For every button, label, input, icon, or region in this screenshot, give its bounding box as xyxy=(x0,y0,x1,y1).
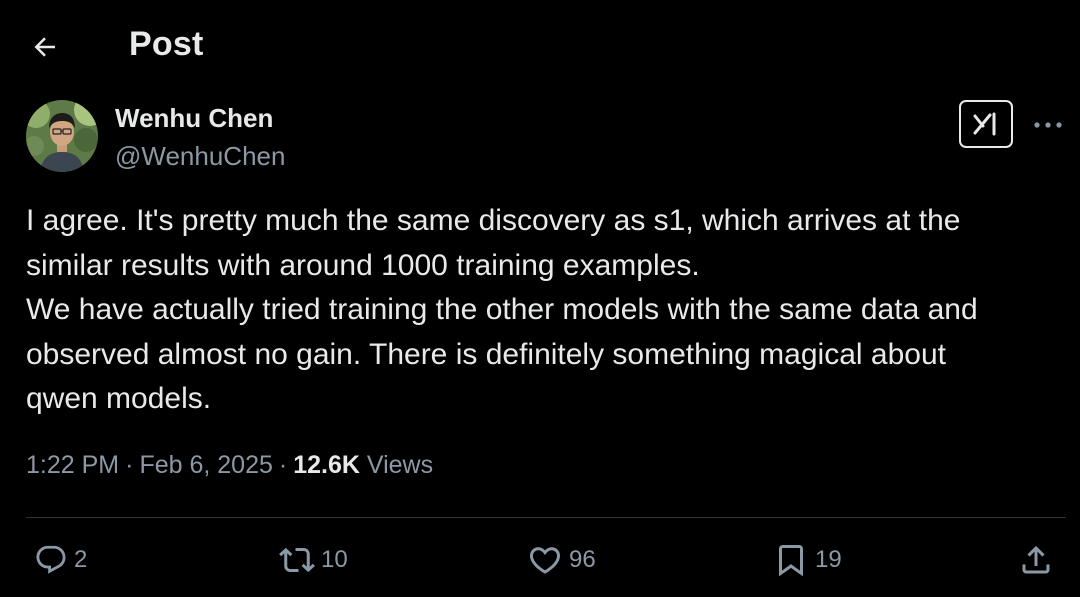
reply-count: 2 xyxy=(74,546,88,573)
divider xyxy=(26,517,1066,518)
views-count: 12.6K xyxy=(293,451,360,479)
post-time[interactable]: 1:22 PM xyxy=(26,451,119,479)
post-text-line: observed almost no gain. There is defini… xyxy=(26,337,946,371)
repost-count: 10 xyxy=(321,546,348,573)
author-name[interactable]: Wenhu Chen xyxy=(115,103,273,134)
arrow-left-icon xyxy=(34,37,55,57)
author-handle[interactable]: @WenhuChen xyxy=(115,141,285,172)
more-options-button[interactable] xyxy=(1028,110,1068,140)
bookmark-button[interactable]: 19 xyxy=(773,540,842,580)
back-button[interactable] xyxy=(26,28,64,66)
post-text: I agree. It's pretty much the same disco… xyxy=(26,199,1066,422)
bookmark-count: 19 xyxy=(815,546,842,573)
grok-icon xyxy=(973,112,996,136)
share-button[interactable] xyxy=(1018,540,1054,580)
top-bar: Post xyxy=(0,0,1080,92)
views-label: Views xyxy=(366,451,434,479)
repost-icon xyxy=(279,547,315,573)
separator: · xyxy=(278,451,288,479)
post-text-line: I agree. It's pretty much the same disco… xyxy=(26,204,961,237)
share-icon xyxy=(1022,545,1050,574)
post-text-line: similar results with around 1000 trainin… xyxy=(26,248,700,282)
reply-button[interactable]: 2 xyxy=(34,540,87,580)
page-title: Post xyxy=(129,25,204,63)
bookmark-icon xyxy=(779,545,803,577)
heart-icon xyxy=(529,547,561,574)
like-button[interactable]: 96 xyxy=(527,540,596,580)
post-text-line: We have actually tried training the othe… xyxy=(26,293,978,327)
post-text-line: qwen models. xyxy=(26,382,212,416)
reply-icon xyxy=(36,545,66,574)
post-date[interactable]: Feb 6, 2025 xyxy=(139,451,272,479)
more-horizontal-icon xyxy=(1034,122,1062,128)
separator: · xyxy=(125,451,134,479)
repost-button[interactable]: 10 xyxy=(279,540,348,580)
grok-button[interactable] xyxy=(959,100,1013,148)
post-meta: 1:22 PM · Feb 6, 2025 · 12.6K Views xyxy=(26,451,433,480)
avatar[interactable] xyxy=(26,100,98,172)
like-count: 96 xyxy=(569,546,596,573)
